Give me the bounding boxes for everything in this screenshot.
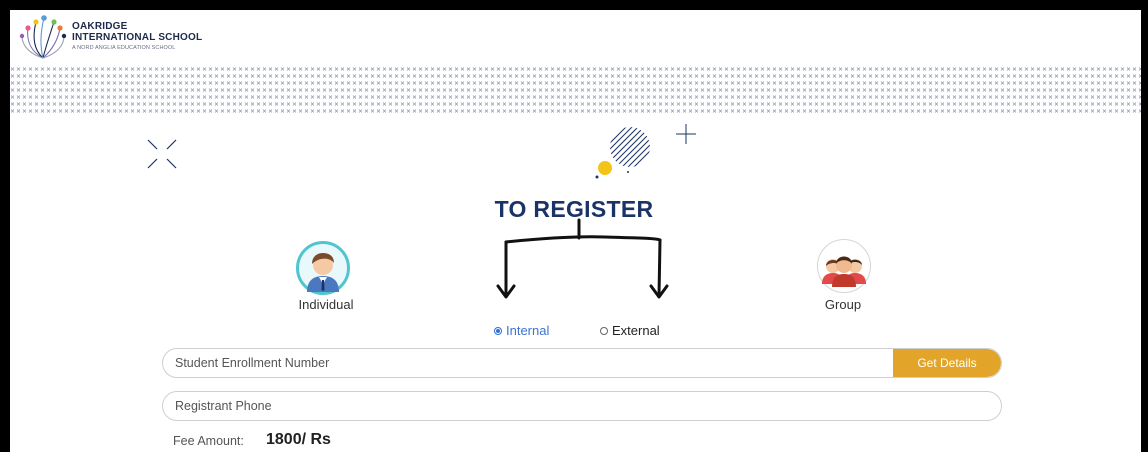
internal-radio-label[interactable]: Internal (506, 323, 549, 338)
registration-type-individual[interactable]: Individual (278, 297, 374, 312)
phone-field-group (162, 391, 1002, 421)
student-enrollment-number-input[interactable] (163, 349, 907, 377)
school-name-line2: INTERNATIONAL SCHOOL (72, 32, 203, 43)
site-header: OAKRIDGE INTERNATIONAL SCHOOL A NORD ANG… (10, 10, 1141, 64)
school-name-line1: OAKRIDGE (72, 21, 128, 32)
internal-radio-option[interactable]: Internal (494, 323, 549, 338)
external-radio-label[interactable]: External (612, 323, 660, 338)
fee-amount-value: 1800/ Rs (266, 431, 331, 448)
external-radio-button[interactable] (600, 326, 608, 335)
decorative-x-icon (147, 139, 177, 169)
school-tagline: A NORD ANGLIA EDUCATION SCHOOL (72, 45, 176, 51)
school-logo-icon[interactable] (18, 14, 68, 60)
screenshot-frame-left (0, 0, 10, 452)
internal-radio-button[interactable] (494, 326, 502, 335)
decorative-plus-icon (676, 124, 696, 144)
decorative-hatched-circle-icon (595, 127, 650, 179)
external-radio-option[interactable]: External (600, 323, 660, 338)
individual-avatar-icon[interactable] (296, 241, 350, 295)
group-avatar-icon[interactable] (817, 239, 871, 293)
registrant-phone-input[interactable] (163, 392, 997, 420)
get-details-button[interactable]: Get Details (893, 349, 1001, 377)
decorative-cross-pattern (10, 66, 1141, 114)
fee-amount-label: Fee Amount: (173, 434, 244, 448)
registration-type-group[interactable]: Group (795, 297, 891, 312)
hand-drawn-arrows-annotation (496, 218, 669, 299)
screenshot-frame-right (1141, 0, 1148, 452)
screenshot-frame-top (0, 0, 1148, 10)
enrollment-field-group: Get Details (162, 348, 1002, 378)
